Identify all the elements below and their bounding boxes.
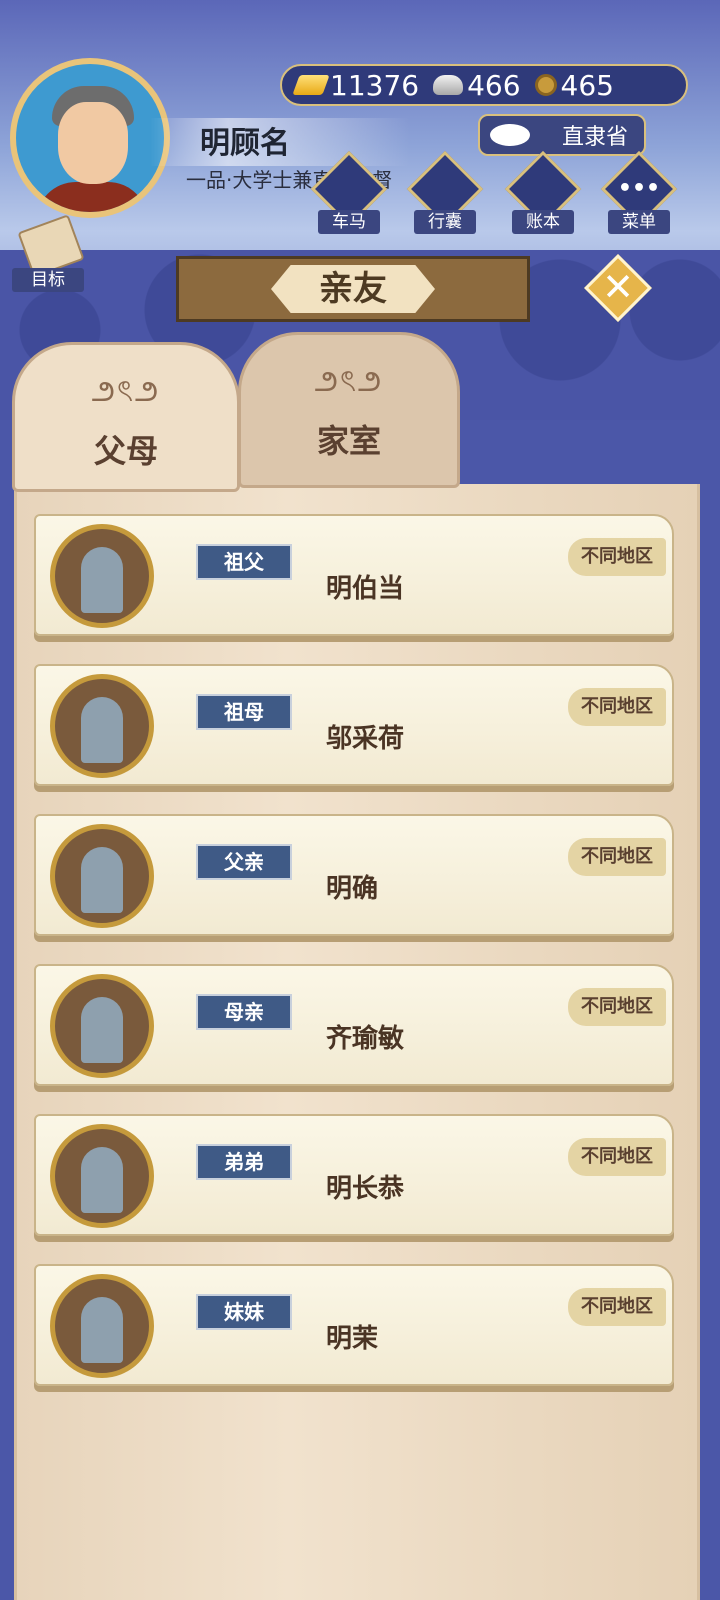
relation-badge: 祖母 xyxy=(196,694,292,730)
relative-row[interactable]: 祖父 明伯当 不同地区 xyxy=(34,514,674,636)
relation-badge: 母亲 xyxy=(196,994,292,1030)
tombstone-portrait xyxy=(50,1274,154,1378)
region-button[interactable]: 直隶省 xyxy=(478,114,646,156)
relative-name: 明伯当 xyxy=(326,574,405,604)
tab-label: 家室 xyxy=(316,422,381,460)
menu-label: 账本 xyxy=(512,210,574,234)
panel-title-frame: 亲友 xyxy=(176,256,530,322)
relation-badge: 父亲 xyxy=(196,844,292,880)
relative-name: 明确 xyxy=(326,874,379,904)
menu-label: 车马 xyxy=(318,210,380,234)
silver-ingot-icon xyxy=(433,75,464,95)
gold-amount: 11376 xyxy=(330,68,420,102)
menu-label: 行囊 xyxy=(414,210,476,234)
relation-badge: 弟弟 xyxy=(196,1144,292,1180)
region-status-badge: 不同地区 xyxy=(568,538,666,576)
relative-name: 明长恭 xyxy=(326,1174,405,1204)
player-avatar[interactable] xyxy=(10,58,170,218)
player-name: 明顾名 xyxy=(200,126,290,161)
relative-row[interactable]: 父亲 明确 不同地区 xyxy=(34,814,674,936)
resource-bar: 11376 466 465 xyxy=(280,64,688,106)
relation-badge: 祖父 xyxy=(196,544,292,580)
relation-badge: 妹妹 xyxy=(196,1294,292,1330)
tab-parents[interactable]: ౨ৎ౨ 父母 xyxy=(12,342,240,492)
tombstone-icon xyxy=(81,547,123,613)
menu-button-bag[interactable]: 行囊 xyxy=(406,150,484,236)
region-status-badge: 不同地区 xyxy=(568,988,666,1026)
tombstone-icon xyxy=(81,1147,123,1213)
menu-label: 菜单 xyxy=(608,210,670,234)
tombstone-icon xyxy=(81,997,123,1063)
copper-coin-icon xyxy=(534,74,557,96)
goal-button[interactable]: 目标 xyxy=(8,214,88,294)
cloud-swirl-icon: ౨ৎ౨ xyxy=(314,364,384,399)
tombstone-icon xyxy=(81,847,123,913)
goal-label: 目标 xyxy=(12,268,84,292)
close-icon: ✕ xyxy=(602,265,634,309)
tombstone-portrait xyxy=(50,974,154,1078)
region-status-badge: 不同地区 xyxy=(568,688,666,726)
region-status-badge: 不同地区 xyxy=(568,1138,666,1176)
menu-button-more[interactable]: ••• 菜单 xyxy=(600,150,678,236)
silver-resource: 466 xyxy=(433,68,521,102)
tombstone-icon xyxy=(81,1297,123,1363)
silver-amount: 466 xyxy=(467,68,521,102)
relative-name: 邬采荷 xyxy=(326,724,405,754)
relative-row[interactable]: 母亲 齐瑜敏 不同地区 xyxy=(34,964,674,1086)
cloud-swirl-icon: ౨ৎ౨ xyxy=(91,374,161,409)
relative-row[interactable]: 弟弟 明长恭 不同地区 xyxy=(34,1114,674,1236)
region-label: 直隶省 xyxy=(561,125,628,150)
tab-label: 父母 xyxy=(93,432,158,470)
tombstone-icon xyxy=(81,697,123,763)
ellipsis-glyph: ••• xyxy=(617,176,661,201)
tab-family[interactable]: ౨ৎ౨ 家室 xyxy=(238,332,460,488)
inkstone-icon xyxy=(490,124,530,146)
region-status-badge: 不同地区 xyxy=(568,1288,666,1326)
tombstone-portrait xyxy=(50,524,154,628)
relative-row[interactable]: 祖母 邬采荷 不同地区 xyxy=(34,664,674,786)
gold-resource: 11376 xyxy=(292,68,420,102)
region-status-badge: 不同地区 xyxy=(568,838,666,876)
tombstone-portrait xyxy=(50,674,154,778)
relative-name: 齐瑜敏 xyxy=(326,1024,405,1054)
avatar-face xyxy=(58,102,128,184)
coin-resource: 465 xyxy=(534,68,614,102)
tombstone-portrait xyxy=(50,1124,154,1228)
relative-name: 明茉 xyxy=(326,1324,379,1354)
relative-row[interactable]: 妹妹 明茉 不同地区 xyxy=(34,1264,674,1386)
menu-button-carriage[interactable]: 车马 xyxy=(310,150,388,236)
panel-title: 亲友 xyxy=(271,265,435,313)
menu-button-ledger[interactable]: 账本 xyxy=(504,150,582,236)
gold-ingot-icon xyxy=(292,75,330,95)
tombstone-portrait xyxy=(50,824,154,928)
coin-amount: 465 xyxy=(560,68,614,102)
